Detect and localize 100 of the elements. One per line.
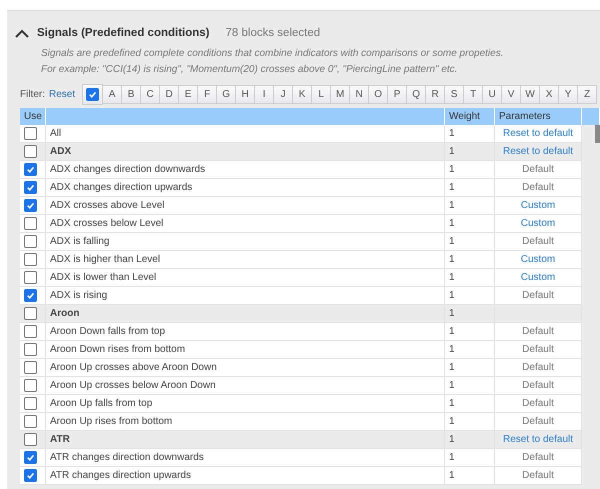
- checkbox[interactable]: [24, 199, 37, 212]
- checkbox[interactable]: [86, 88, 100, 100]
- checkbox[interactable]: [24, 181, 37, 194]
- group-name: Aroon: [46, 305, 445, 323]
- weight-cell: 1: [445, 359, 495, 377]
- letter-button[interactable]: J: [274, 84, 294, 104]
- signal-name: All: [46, 125, 445, 143]
- parameters-link[interactable]: Reset to default: [495, 143, 582, 161]
- checkbox[interactable]: [24, 325, 37, 338]
- letter-button[interactable]: D: [160, 84, 180, 104]
- scrollbar-thumb[interactable]: [595, 125, 600, 143]
- letter-button[interactable]: E: [179, 84, 198, 104]
- parameters-cell: Default: [495, 287, 582, 305]
- checkbox[interactable]: [24, 163, 37, 176]
- weight-cell: 1: [445, 341, 495, 359]
- letter-button[interactable]: O: [369, 84, 388, 104]
- letter-button[interactable]: G: [217, 84, 236, 104]
- letter-button[interactable]: Y: [559, 84, 578, 104]
- weight-cell: 1: [445, 395, 495, 413]
- parameters-link[interactable]: Reset to default: [495, 125, 582, 143]
- weight-cell: 1: [445, 449, 495, 467]
- letter-button[interactable]: W: [521, 84, 540, 104]
- checkbox[interactable]: [24, 127, 37, 140]
- checkbox[interactable]: [24, 361, 37, 374]
- signal-name: Aroon Up crosses above Aroon Down: [46, 359, 445, 377]
- weight-cell: 1: [445, 305, 495, 323]
- parameters-link[interactable]: Custom: [495, 251, 582, 269]
- letter-button[interactable]: H: [236, 84, 256, 104]
- column-header: Use: [20, 108, 46, 125]
- signal-name: Aroon Down rises from bottom: [46, 341, 445, 359]
- letter-button[interactable]: A: [103, 84, 122, 104]
- group-name: ADX: [46, 143, 445, 161]
- checkbox[interactable]: [24, 469, 37, 482]
- letter-button[interactable]: C: [141, 84, 160, 104]
- letter-button[interactable]: I: [255, 84, 274, 104]
- letter-button[interactable]: X: [540, 84, 560, 104]
- letter-button[interactable]: Z: [578, 84, 598, 104]
- letter-button[interactable]: K: [293, 84, 312, 104]
- signal-name: ADX is lower than Level: [46, 269, 445, 287]
- weight-cell: 1: [445, 179, 495, 197]
- signal-name: ATR changes direction downwards: [46, 449, 445, 467]
- checkbox[interactable]: [24, 397, 37, 410]
- checkbox[interactable]: [24, 145, 37, 158]
- parameters-link[interactable]: Custom: [495, 269, 582, 287]
- select-all-button[interactable]: [82, 84, 104, 104]
- letter-button[interactable]: L: [312, 84, 332, 104]
- checkbox[interactable]: [24, 433, 37, 446]
- checkbox[interactable]: [24, 307, 37, 320]
- parameters-cell: Default: [495, 449, 582, 467]
- letter-button[interactable]: P: [388, 84, 408, 104]
- signal-name: ADX is higher than Level: [46, 251, 445, 269]
- filter-label: Filter:: [20, 88, 45, 100]
- parameters-link[interactable]: Custom: [495, 215, 582, 233]
- group-name: ATR: [46, 431, 445, 449]
- checkmark-icon: [26, 291, 35, 300]
- description-text: Signals are predefined complete conditions that combine indicators with comparisons or some propeties.: [41, 47, 504, 61]
- checkbox[interactable]: [24, 253, 37, 266]
- reset-link[interactable]: Reset: [49, 88, 76, 100]
- letter-button[interactable]: N: [350, 84, 370, 104]
- weight-cell: 1: [445, 125, 495, 143]
- letter-button[interactable]: Q: [407, 84, 426, 104]
- weight-cell: 1: [445, 467, 495, 485]
- signal-name: ADX changes direction downwards: [46, 161, 445, 179]
- parameters-cell: Default: [495, 377, 582, 395]
- column-header: Parameters: [495, 108, 582, 125]
- column-header: Weight: [445, 108, 495, 125]
- letter-button[interactable]: R: [426, 84, 446, 104]
- weight-cell: 1: [445, 323, 495, 341]
- weight-cell: 1: [445, 161, 495, 179]
- parameters-cell: Default: [495, 161, 582, 179]
- letter-button[interactable]: B: [122, 84, 142, 104]
- parameters-cell: Default: [495, 233, 582, 251]
- parameters-link[interactable]: Reset to default: [495, 431, 582, 449]
- checkbox[interactable]: [24, 271, 37, 284]
- weight-cell: 1: [445, 233, 495, 251]
- signal-name: Aroon Up falls from top: [46, 395, 445, 413]
- letter-button[interactable]: T: [464, 84, 484, 104]
- signal-name: ADX is falling: [46, 233, 445, 251]
- weight-cell: 1: [445, 143, 495, 161]
- selected-count: 78 blocks selected: [226, 27, 320, 39]
- checkbox[interactable]: [24, 343, 37, 356]
- parameters-cell: Default: [495, 413, 582, 431]
- checkbox[interactable]: [24, 289, 37, 302]
- checkbox[interactable]: [24, 451, 37, 464]
- checkbox[interactable]: [24, 415, 37, 428]
- letter-button[interactable]: V: [502, 84, 522, 104]
- collapse-chevron-icon[interactable]: [15, 28, 29, 38]
- weight-cell: 1: [445, 413, 495, 431]
- checkbox[interactable]: [24, 235, 37, 248]
- weight-cell: 1: [445, 251, 495, 269]
- parameters-link[interactable]: Custom: [495, 197, 582, 215]
- letter-button[interactable]: M: [331, 84, 350, 104]
- parameters-cell: Default: [495, 323, 582, 341]
- parameters-cell: Default: [495, 467, 582, 485]
- letter-button[interactable]: S: [445, 84, 464, 104]
- checkbox[interactable]: [24, 379, 37, 392]
- letter-button[interactable]: U: [483, 84, 502, 104]
- letter-button[interactable]: F: [198, 84, 218, 104]
- checkbox[interactable]: [24, 217, 37, 230]
- weight-cell: 1: [445, 287, 495, 305]
